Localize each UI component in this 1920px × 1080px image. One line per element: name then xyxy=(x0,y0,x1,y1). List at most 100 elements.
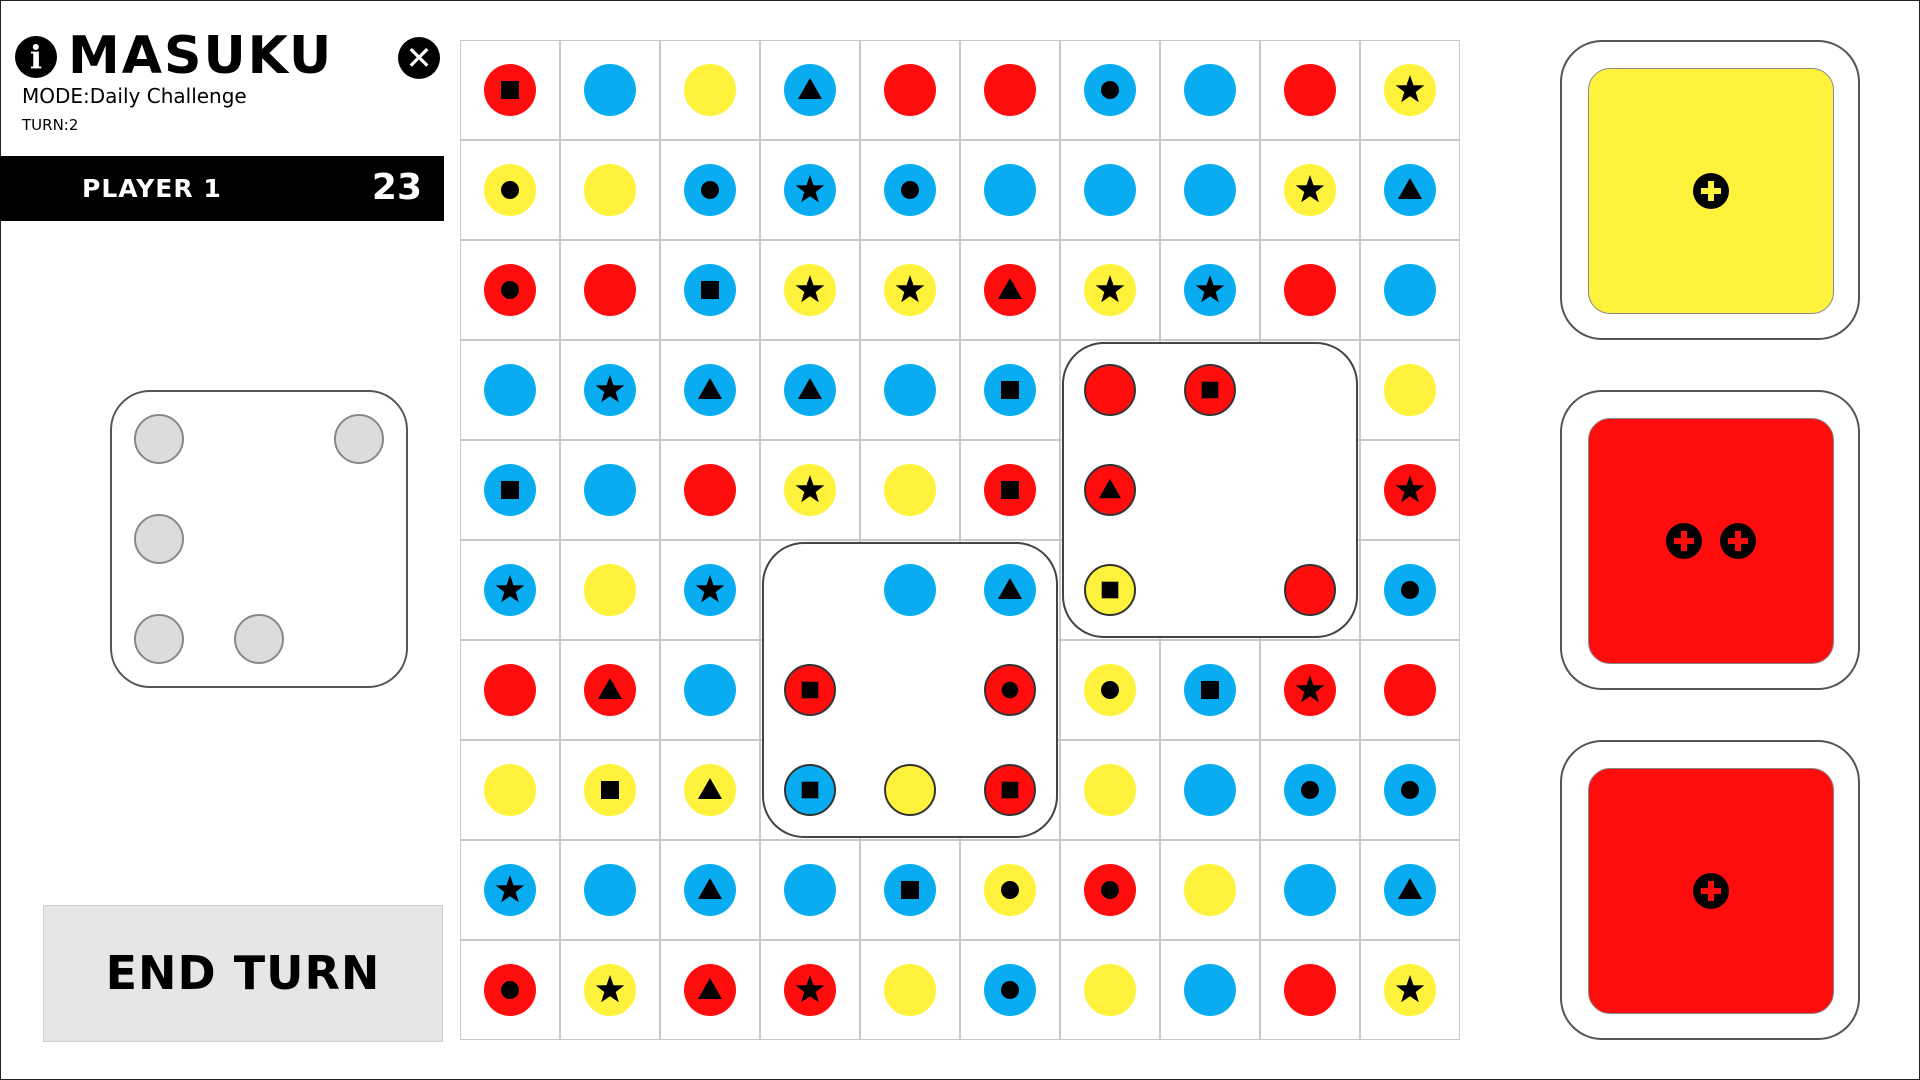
mode-label: MODE:Daily Challenge xyxy=(22,84,247,108)
yellow-token xyxy=(884,764,936,816)
red-token xyxy=(884,64,936,116)
close-icon[interactable]: ✕ xyxy=(398,37,440,79)
yellow-token xyxy=(684,64,736,116)
blue-circle-token xyxy=(884,164,936,216)
triangle-icon xyxy=(798,78,822,99)
game-title: MASUKU xyxy=(68,26,334,86)
blue-token xyxy=(484,364,536,416)
yellow-star-token xyxy=(1084,264,1136,316)
blue-token xyxy=(784,864,836,916)
blue-token xyxy=(1084,164,1136,216)
blue-token xyxy=(1284,864,1336,916)
red-square-token xyxy=(984,464,1036,516)
circle-icon xyxy=(501,181,519,199)
plus-icon xyxy=(1693,173,1729,209)
blue-star-token xyxy=(784,164,836,216)
red-token xyxy=(1284,64,1336,116)
current-die[interactable] xyxy=(110,390,408,688)
yellow-triangle-token xyxy=(684,764,736,816)
star-icon xyxy=(695,575,725,603)
blue-star-token xyxy=(584,364,636,416)
red-token xyxy=(1084,364,1136,416)
blue-token xyxy=(584,864,636,916)
red-triangle-token xyxy=(684,964,736,1016)
circle-icon xyxy=(501,981,519,999)
square-icon xyxy=(801,781,819,799)
yellow-square-token xyxy=(584,764,636,816)
red-circle-token xyxy=(1084,864,1136,916)
star-icon xyxy=(1395,475,1425,503)
blue-circle-token xyxy=(1284,764,1336,816)
yellow-token xyxy=(884,964,936,1016)
yellow-token xyxy=(584,564,636,616)
star-icon xyxy=(595,375,625,403)
yellow-circle-token xyxy=(484,164,536,216)
blue-circle-token xyxy=(1384,564,1436,616)
blue-square-token xyxy=(1184,664,1236,716)
yellow-star-token xyxy=(784,464,836,516)
yellow-token xyxy=(884,464,936,516)
blue-star-token xyxy=(484,864,536,916)
yellow-circle-token xyxy=(1084,664,1136,716)
dice-option[interactable] xyxy=(1560,740,1860,1040)
end-turn-button[interactable]: END TURN xyxy=(43,905,443,1042)
blue-triangle-token xyxy=(784,64,836,116)
blue-triangle-token xyxy=(984,564,1036,616)
circle-icon xyxy=(1001,981,1019,999)
blue-triangle-token xyxy=(1384,864,1436,916)
triangle-icon xyxy=(998,278,1022,299)
red-circle-token xyxy=(484,964,536,1016)
star-icon xyxy=(495,575,525,603)
blue-star-token xyxy=(1184,264,1236,316)
triangle-icon xyxy=(998,578,1022,599)
blue-star-token xyxy=(684,564,736,616)
blue-square-token xyxy=(884,864,936,916)
square-icon xyxy=(501,481,519,499)
yellow-star-token xyxy=(884,264,936,316)
blue-token xyxy=(1184,764,1236,816)
yellow-star-token xyxy=(1384,964,1436,1016)
red-token xyxy=(484,664,536,716)
yellow-star-token xyxy=(784,264,836,316)
blue-triangle-token xyxy=(684,864,736,916)
blue-square-token xyxy=(484,464,536,516)
circle-icon xyxy=(1101,81,1119,99)
red-star-token xyxy=(784,964,836,1016)
red-triangle-token xyxy=(984,264,1036,316)
blue-token xyxy=(584,464,636,516)
star-icon xyxy=(1195,275,1225,303)
square-icon xyxy=(701,281,719,299)
blue-token xyxy=(1384,264,1436,316)
plus-icon xyxy=(1720,523,1756,559)
red-token xyxy=(584,264,636,316)
circle-icon xyxy=(501,281,519,299)
red-triangle-token xyxy=(584,664,636,716)
circle-icon xyxy=(1001,681,1019,699)
circle-icon xyxy=(901,181,919,199)
plus-icon xyxy=(1666,523,1702,559)
dice-option[interactable] xyxy=(1560,40,1860,340)
yellow-token xyxy=(1184,864,1236,916)
circle-icon xyxy=(1301,781,1319,799)
blue-star-token xyxy=(484,564,536,616)
dice-option[interactable] xyxy=(1560,390,1860,690)
circle-icon xyxy=(1101,881,1119,899)
blue-token xyxy=(884,564,936,616)
square-icon xyxy=(601,781,619,799)
red-token xyxy=(1384,664,1436,716)
star-icon xyxy=(1395,975,1425,1003)
game-board[interactable] xyxy=(460,40,1460,1040)
star-icon xyxy=(795,475,825,503)
blue-triangle-token xyxy=(1384,164,1436,216)
circle-icon xyxy=(1401,581,1419,599)
info-icon[interactable]: i xyxy=(15,36,57,78)
blue-square-token xyxy=(684,264,736,316)
yellow-token xyxy=(484,764,536,816)
blue-circle-token xyxy=(684,164,736,216)
square-icon xyxy=(1101,581,1119,599)
circle-icon xyxy=(1101,681,1119,699)
star-icon xyxy=(495,875,525,903)
blue-token xyxy=(1184,164,1236,216)
turn-label: TURN:2 xyxy=(22,116,79,134)
star-icon xyxy=(795,275,825,303)
